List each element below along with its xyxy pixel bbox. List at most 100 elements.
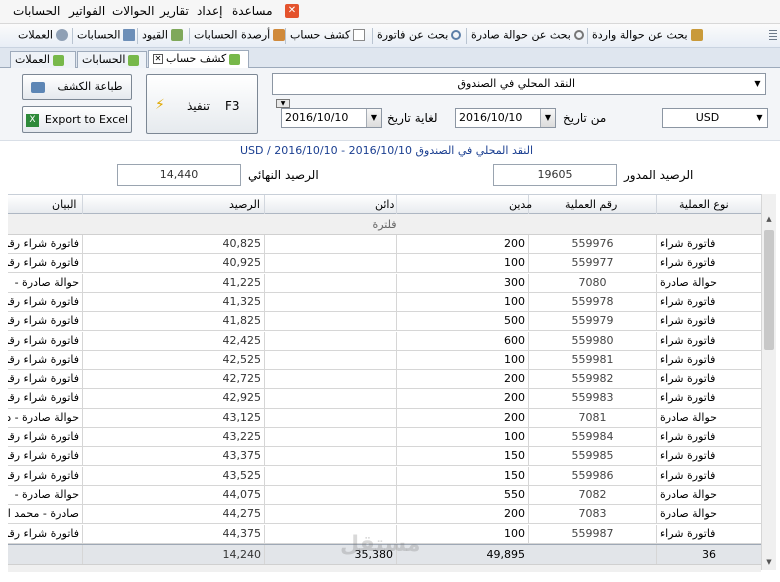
horizontal-scrollbar[interactable] — [8, 564, 761, 572]
statement-grid: نوع العملية رقم العملية مدين دائن الرصيد… — [8, 194, 761, 572]
table-row[interactable]: فاتورة شراء 559977 100 40,925 فاتورة شراء رق… — [8, 254, 761, 274]
menu-settings[interactable]: إعداد — [197, 4, 222, 18]
from-date-picker[interactable]: 2016/10/10 ▼ — [455, 108, 556, 128]
cell-number: 559986 — [528, 466, 656, 485]
entries-button[interactable]: القيود — [142, 28, 183, 45]
col-header-number[interactable]: رقم العملية — [528, 195, 656, 214]
table-row[interactable]: حوالة صادرة 7082 550 44,075 حوالة صادرة - — [8, 485, 761, 506]
currencies-tab-icon — [53, 54, 64, 66]
toolbar-separator — [189, 28, 190, 44]
menu-invoices[interactable]: الفواتير — [69, 4, 105, 18]
cell-description: صادرة - محمد ا — [8, 507, 79, 521]
cell-description: فاتورة شراء رقم — [8, 430, 79, 443]
close-tab-icon[interactable]: ✕ — [153, 54, 163, 64]
execute-button[interactable]: ⚡ تنفيذ F3 — [146, 74, 258, 134]
cell-description: حوالة صادرة - د — [8, 410, 79, 424]
cell-balance: 41,225 — [82, 273, 264, 292]
final-balance-field: 14,440 — [117, 164, 241, 186]
cell-description: فاتورة شراء رقم — [8, 256, 79, 270]
menu-accounts[interactable]: الحسابات — [13, 4, 60, 18]
table-row[interactable]: فاتورة شراء 559979 500 41,825 فاتورة شراء رق… — [8, 312, 761, 332]
printer-icon — [31, 81, 46, 93]
menu-help[interactable]: مساعدة — [232, 4, 273, 18]
accounts-button[interactable]: الحسابات — [77, 28, 136, 45]
table-row[interactable]: فاتورة شراء 559986 150 43,525 فاتورة شراء رق… — [8, 466, 761, 486]
table-row[interactable]: فاتورة شراء 559984 100 43,225 فاتورة شراء رق… — [8, 428, 761, 448]
menu-transfers[interactable]: الحوالات — [112, 4, 154, 18]
cell-description: فاتورة شراء رقم — [8, 526, 79, 540]
table-row[interactable]: فاتورة شراء 559981 100 42,525 فاتورة شراء رق… — [8, 350, 761, 370]
statement-header-line: USD / النقد المحلي في الصندوق 2016/10/10… — [240, 144, 534, 157]
scroll-thumb[interactable] — [764, 230, 774, 350]
currencies-button[interactable]: العملات — [18, 28, 68, 45]
tab-currencies[interactable]: العملات — [10, 51, 76, 68]
filter-row[interactable]: فلترة — [8, 214, 761, 235]
cell-debit: 200 — [396, 408, 528, 427]
col-header-credit[interactable]: دائن — [264, 195, 396, 214]
col-header-debit[interactable]: مدين — [396, 195, 532, 214]
invoice-search-icon — [451, 30, 462, 40]
cell-balance: 43,375 — [82, 447, 264, 466]
cell-debit: 600 — [396, 331, 528, 350]
cell-debit: 500 — [396, 312, 528, 331]
accounts-icon — [123, 29, 136, 41]
toolbar-grip-icon[interactable] — [769, 30, 777, 42]
cell-number: 7083 — [528, 505, 656, 524]
cell-balance: 41,325 — [82, 292, 264, 312]
cell-balance: 40,925 — [82, 254, 264, 273]
cell-credit — [264, 428, 396, 447]
cell-balance: 44,375 — [82, 524, 264, 543]
menu-bar: ✕ مساعدة إعداد تقارير الحوالات الفواتير … — [0, 0, 780, 24]
to-date-picker[interactable]: 2016/10/10 ▼ — [281, 108, 382, 128]
currencies-icon — [56, 29, 68, 41]
cell-credit — [264, 505, 396, 524]
export-excel-button[interactable]: X Export to Excel — [22, 106, 132, 133]
tab-statement[interactable]: ✕ كشف حساب — [148, 50, 249, 69]
print-statement-button[interactable]: طباعة الكشف — [22, 74, 132, 100]
tab-accounts[interactable]: الحسابات — [77, 51, 147, 68]
table-row[interactable]: فاتورة شراء 559982 200 42,725 فاتورة شراء رق… — [8, 370, 761, 390]
cell-credit — [264, 447, 396, 466]
table-row[interactable]: فاتورة شراء 559983 200 42,925 فاتورة شراء رق… — [8, 389, 761, 409]
table-row[interactable]: حوالة صادرة 7083 200 44,275 صادرة - محمد ا — [8, 505, 761, 525]
balances-button[interactable]: أرصدة الحسابات — [194, 28, 286, 45]
chevron-down-icon: ▼ — [754, 79, 761, 88]
menu-reports[interactable]: تقارير — [160, 4, 189, 18]
cell-number: 559977 — [528, 254, 656, 273]
cell-type: فاتورة شراء — [656, 524, 761, 543]
outgoing-transfer-search-icon — [573, 30, 584, 40]
accounts-tab-icon — [128, 54, 140, 66]
col-header-balance[interactable]: الرصيد — [82, 195, 264, 214]
scroll-up-icon[interactable]: ▲ — [762, 212, 776, 227]
currency-select[interactable]: USD ▼ — [662, 108, 768, 128]
cell-debit: 100 — [396, 292, 528, 312]
cell-description: فاتورة شراء رقم — [8, 314, 79, 328]
incoming-transfer-search-button[interactable]: بحث عن حوالة واردة — [592, 28, 703, 45]
expand-toggle-icon[interactable]: ▼ — [276, 99, 290, 108]
table-row[interactable]: فاتورة شراء 559985 150 43,375 فاتورة شراء رق… — [8, 447, 761, 467]
col-header-description[interactable]: البيان — [8, 195, 82, 214]
watermark-logo: مستقل — [340, 532, 421, 557]
vertical-scrollbar[interactable]: ▲ ▼ — [761, 194, 776, 570]
cell-type: فاتورة شراء — [656, 370, 761, 389]
carried-balance-label: الرصيد المدور — [624, 168, 694, 182]
table-row[interactable]: فاتورة شراء 559978 100 41,325 فاتورة شراء رق… — [8, 292, 761, 313]
col-header-type[interactable]: نوع العملية — [656, 195, 761, 214]
cell-balance: 42,925 — [82, 389, 264, 408]
close-form-icon[interactable]: ✕ — [285, 4, 299, 18]
scroll-down-icon[interactable]: ▼ — [762, 555, 776, 570]
cell-type: فاتورة شراء — [656, 331, 761, 350]
account-select[interactable]: النقد المحلي في الصندوق ▼ — [272, 73, 766, 95]
table-row[interactable]: فاتورة شراء 559976 200 40,825 فاتورة شراء رق… — [8, 235, 761, 255]
outgoing-transfer-search-button[interactable]: بحث عن حوالة صادرة — [471, 28, 584, 45]
invoice-search-button[interactable]: بحث عن فاتورة — [377, 28, 462, 45]
table-row[interactable]: حوالة صادرة 7080 300 41,225 حوالة صادرة - — [8, 273, 761, 293]
toolbar: بحث عن حوالة واردة بحث عن حوالة صادرة بح… — [0, 24, 780, 48]
table-row[interactable]: فاتورة شراء 559980 600 42,425 فاتورة شراء رق… — [8, 331, 761, 351]
cell-credit — [264, 389, 396, 408]
cell-number: 559982 — [528, 370, 656, 389]
table-row[interactable]: حوالة صادرة 7081 200 43,125 حوالة صادرة - د — [8, 408, 761, 428]
cell-type: فاتورة شراء — [656, 447, 761, 466]
statement-button[interactable]: كشف حساب — [290, 28, 366, 45]
cell-debit: 150 — [396, 466, 528, 485]
